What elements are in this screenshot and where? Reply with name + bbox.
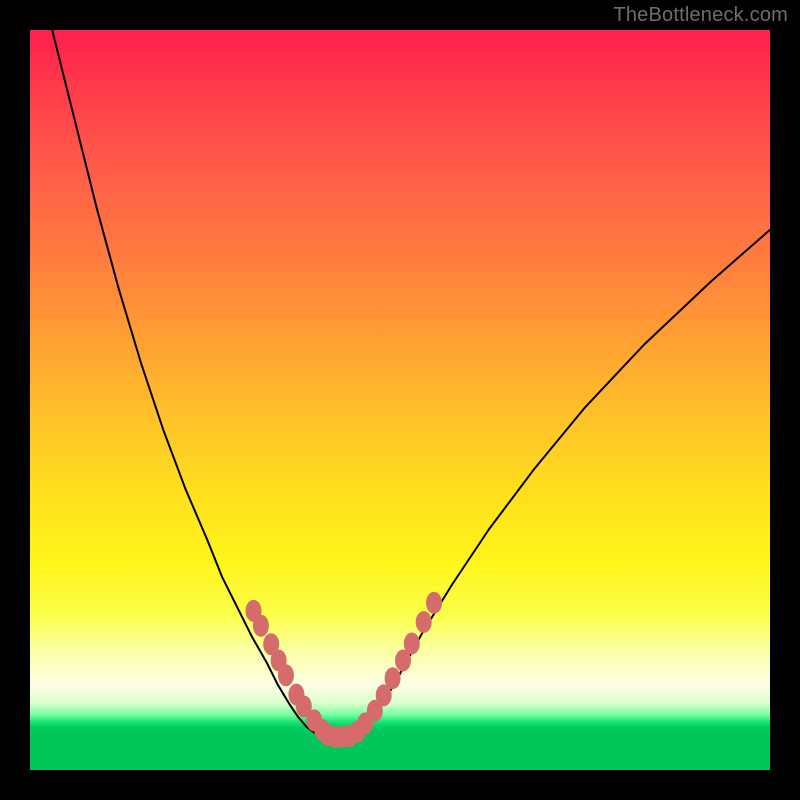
data-dots [246,592,443,748]
bottleneck-curve [52,30,770,738]
data-dot [253,615,269,637]
data-dot [278,664,294,686]
data-dot [385,667,401,689]
data-dot [426,592,442,614]
outer-frame: TheBottleneck.com [0,0,800,800]
watermark-text: TheBottleneck.com [613,4,788,27]
data-dot [416,611,432,633]
chart-svg [30,30,770,770]
data-dot [404,633,420,655]
